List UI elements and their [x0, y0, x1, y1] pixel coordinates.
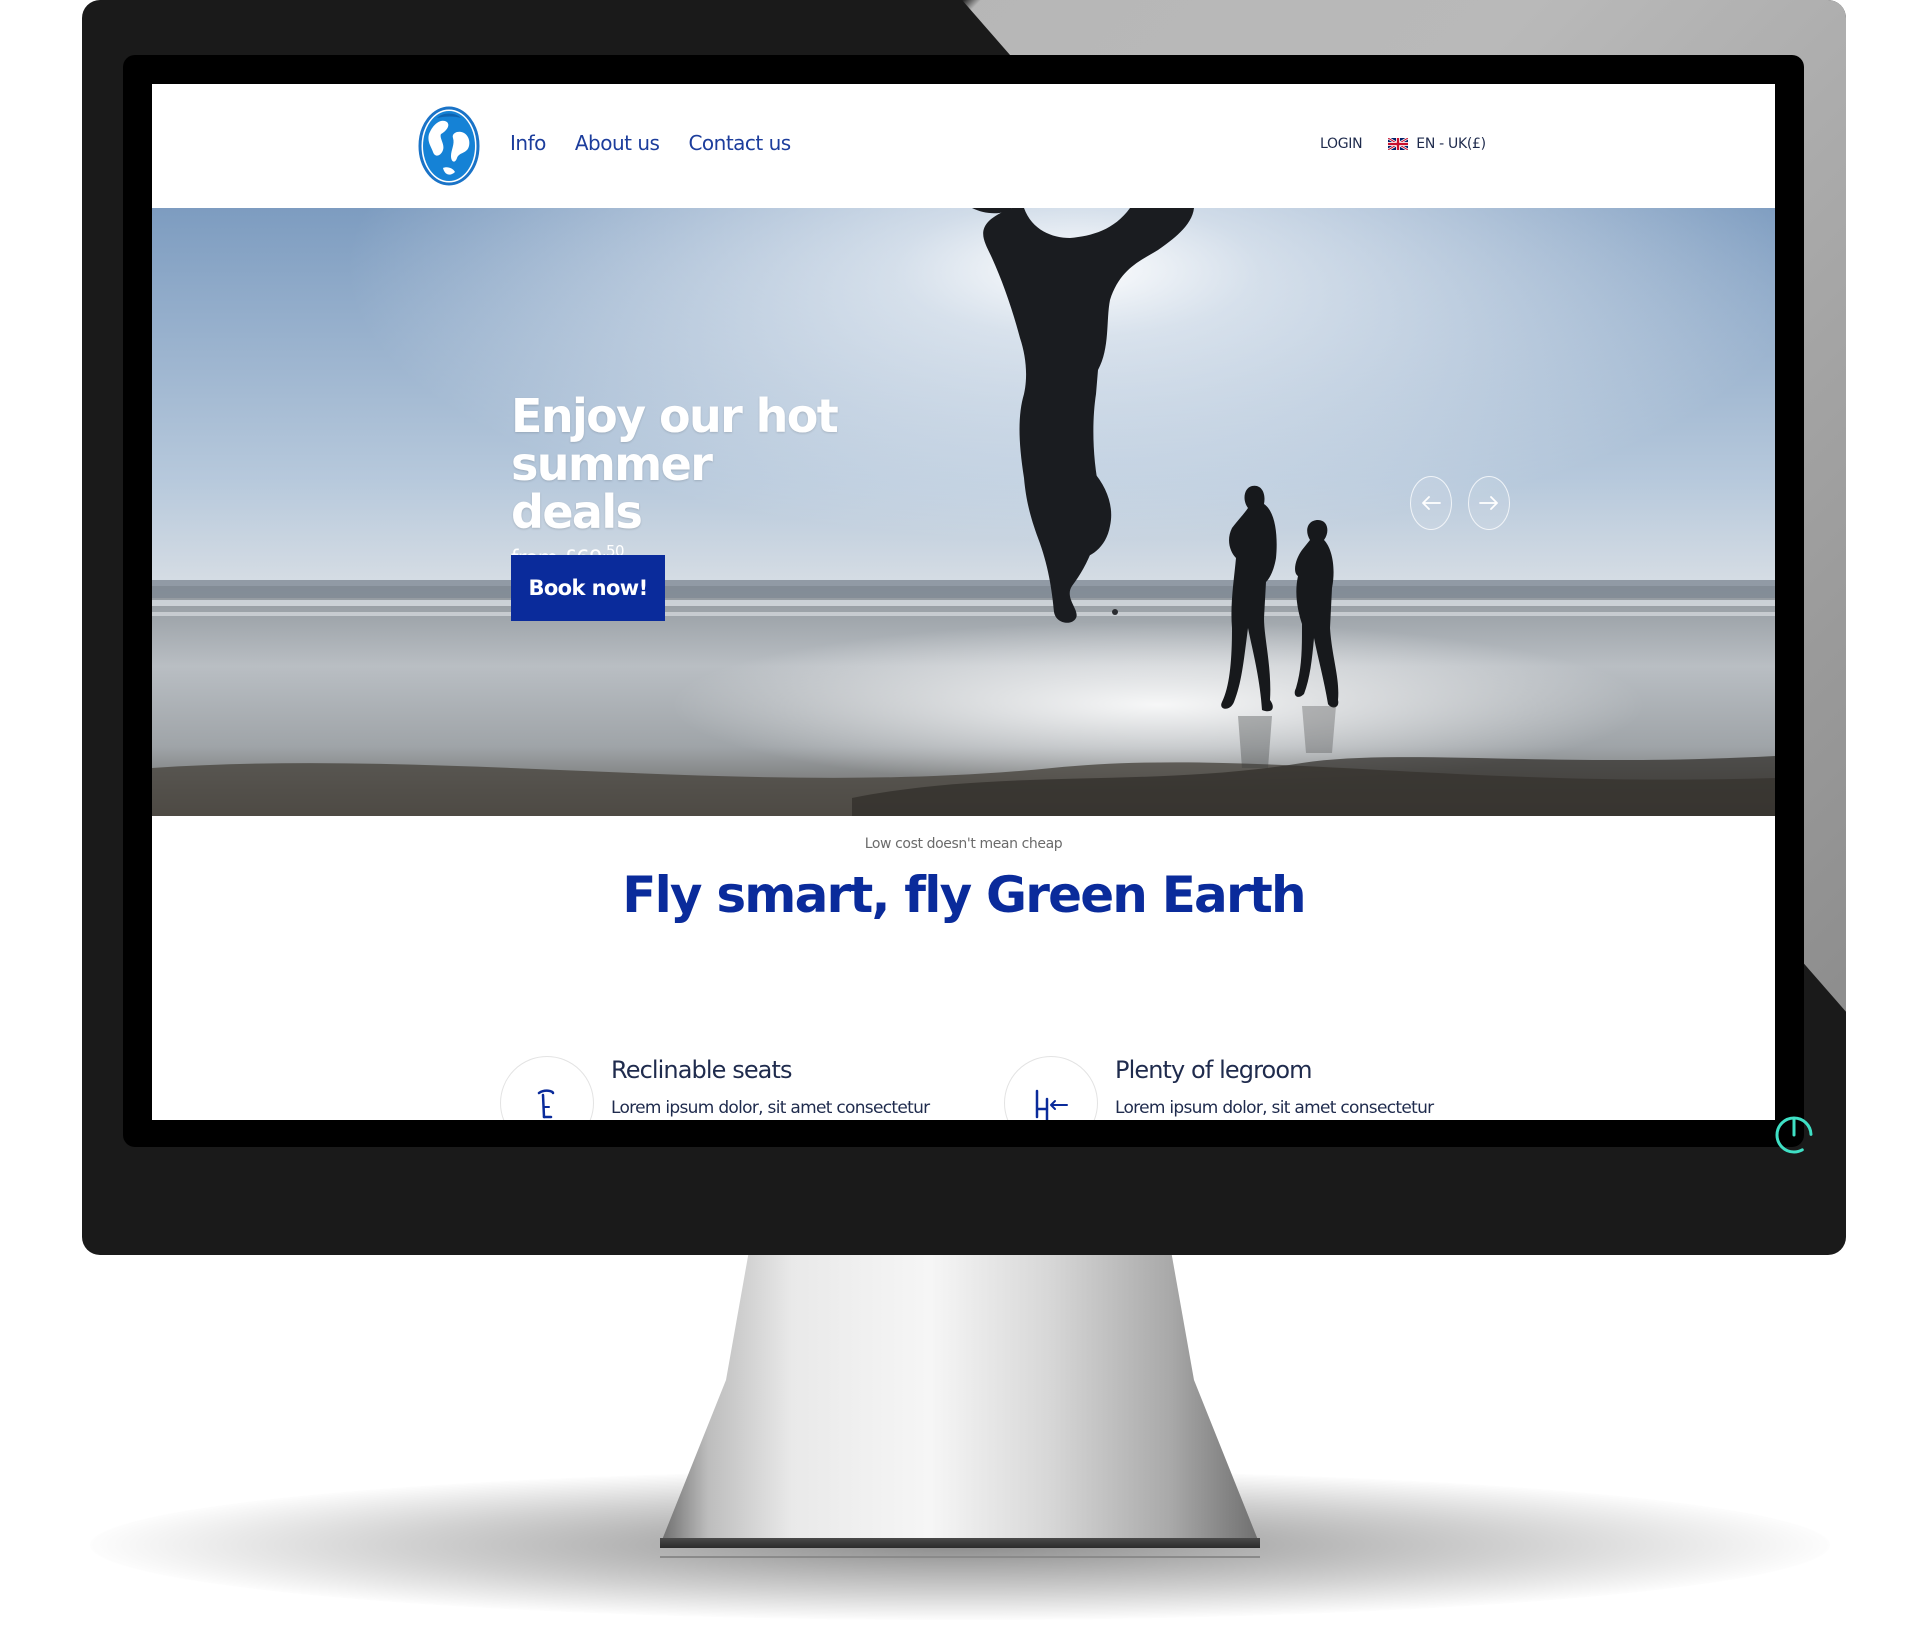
intro-title: Fly smart, fly Green Earth — [622, 866, 1306, 924]
uk-flag-icon — [1388, 138, 1409, 150]
feature-text: Lorem ipsum dolor, sit amet consectetur — [1115, 1098, 1434, 1118]
hero-title: Enjoy our hot summer deals — [511, 392, 841, 536]
login-link[interactable]: LOGIN — [1320, 136, 1363, 152]
website-screen: Info About us Contact us LOGIN EN - UK(£… — [152, 84, 1775, 1120]
book-now-button[interactable]: Book now! — [511, 555, 665, 621]
nav-link-about-us[interactable]: About us — [575, 131, 660, 155]
beach-jump-photo — [152, 208, 1775, 816]
feature-icon-circle — [1004, 1056, 1098, 1120]
feature-text: Lorem ipsum dolor, sit amet consectetur — [611, 1098, 930, 1118]
language-label: EN - UK(£) — [1416, 136, 1486, 152]
language-selector[interactable]: EN - UK(£) — [1388, 136, 1486, 152]
feature-title: Reclinable seats — [611, 1056, 793, 1084]
monitor-stand — [660, 1245, 1260, 1545]
carousel-next-button[interactable] — [1468, 476, 1510, 530]
reclining-seat-icon — [537, 1089, 555, 1119]
hero-title-line-2: summer deals — [511, 437, 713, 539]
site-header: Info About us Contact us LOGIN EN - UK(£… — [152, 84, 1775, 208]
hero-banner: Enjoy our hot summer deals from £69.50 B… — [152, 208, 1775, 816]
arrow-left-icon — [1422, 496, 1441, 510]
legroom-seat-icon — [1035, 1089, 1068, 1120]
hero-text-block: Enjoy our hot summer deals from £69.50 — [511, 392, 841, 570]
carousel-prev-button[interactable] — [1410, 476, 1452, 530]
header-actions: LOGIN EN - UK(£) — [1320, 136, 1486, 152]
nav-link-contact-us[interactable]: Contact us — [688, 131, 791, 155]
monitor-stand-base — [660, 1538, 1260, 1548]
feature-title: Plenty of legroom — [1115, 1056, 1312, 1084]
feature-icon-circle — [500, 1056, 594, 1120]
intro-section: Low cost doesn't mean cheap Fly smart, f… — [152, 836, 1775, 924]
intro-subtitle: Low cost doesn't mean cheap — [864, 836, 1063, 852]
monitor-stand-base-reflection — [660, 1556, 1260, 1558]
hero-title-line-1: Enjoy our hot — [511, 389, 839, 443]
nav-link-info[interactable]: Info — [510, 131, 546, 155]
globe-logo-icon[interactable] — [417, 104, 481, 186]
main-nav: Info About us Contact us — [510, 131, 791, 155]
power-icon[interactable] — [1774, 1115, 1814, 1155]
arrow-right-icon — [1479, 496, 1498, 510]
